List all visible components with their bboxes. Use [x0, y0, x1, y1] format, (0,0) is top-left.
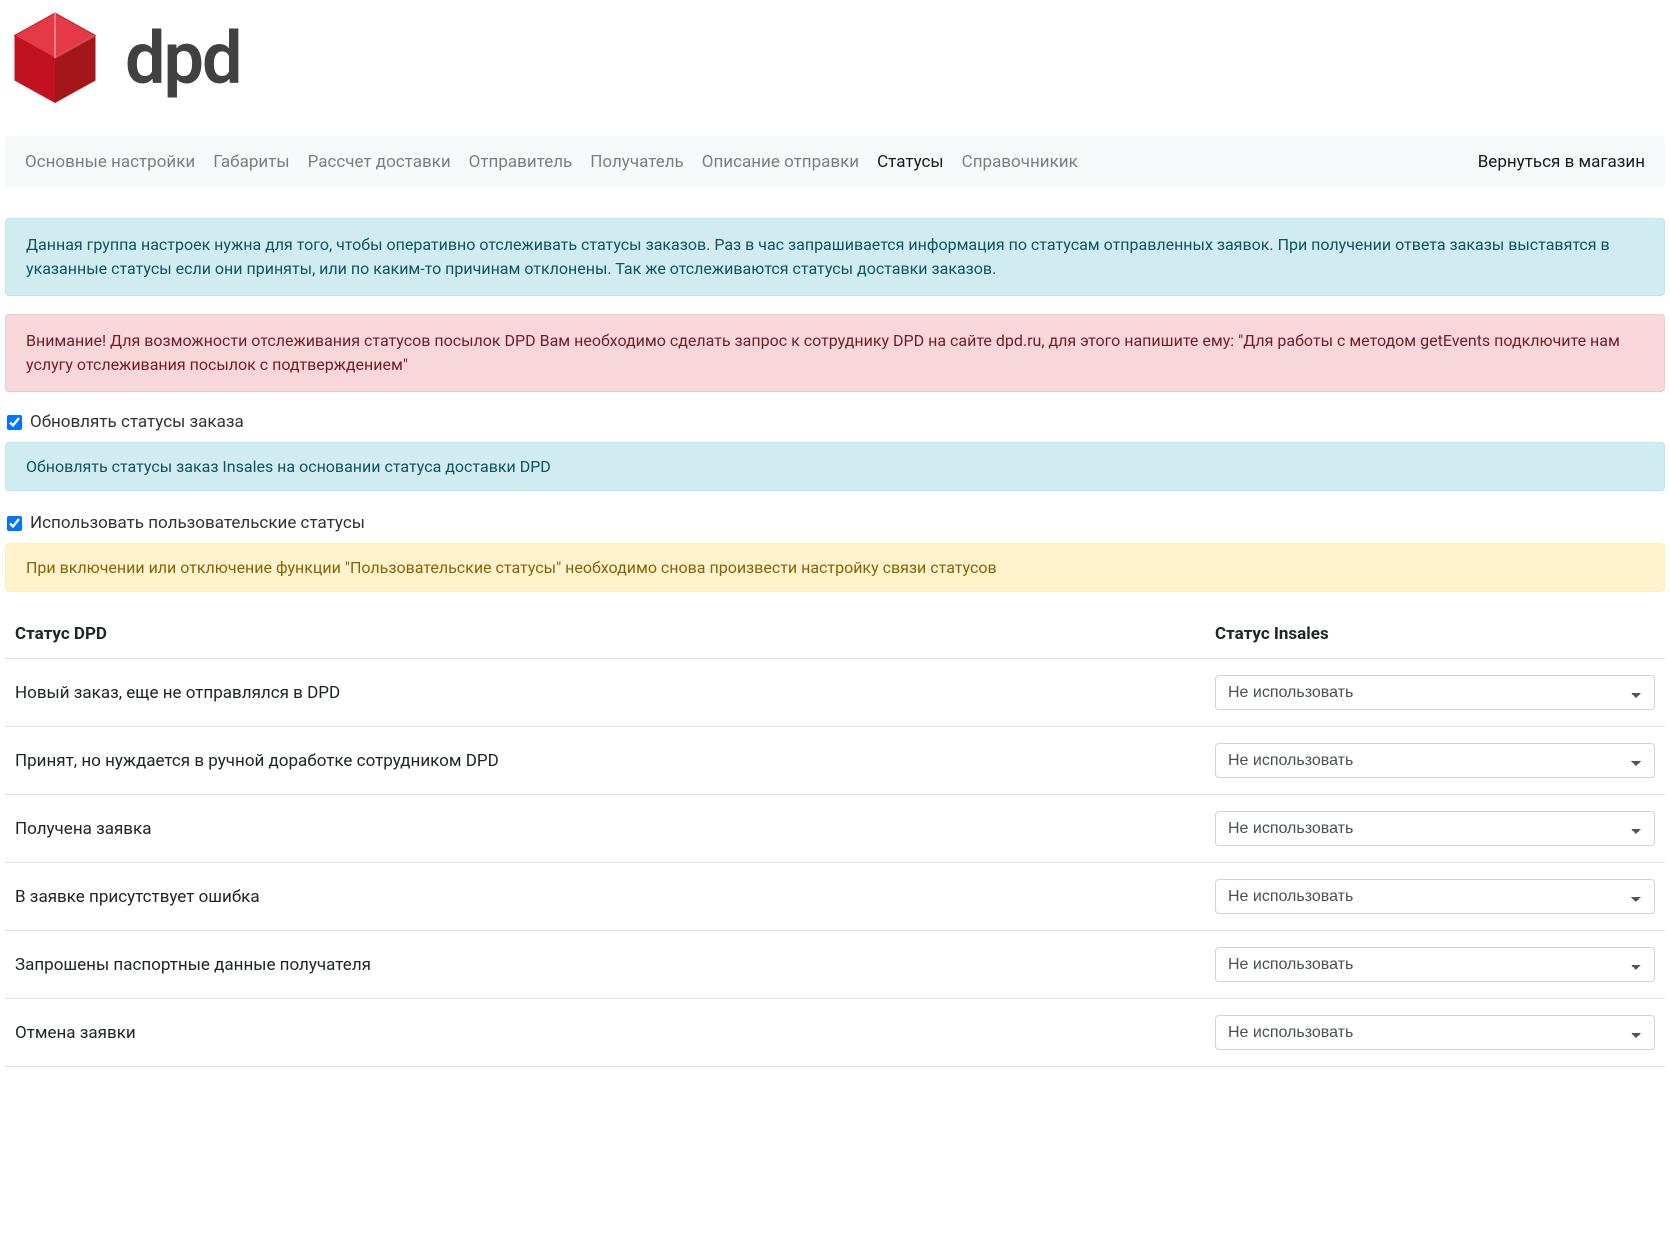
nav-item-shipment-desc[interactable]: Описание отправки [702, 152, 859, 172]
checkbox-use-custom-statuses[interactable] [7, 516, 22, 531]
nav-item-delivery-calc[interactable]: Рассчет доставки [308, 152, 451, 172]
table-row: Запрошены паспортные данные получателя Н… [5, 931, 1665, 999]
dpd-status-label: Новый заказ, еще не отправлялся в DPD [5, 659, 1205, 727]
nav-item-recipient[interactable]: Получатель [590, 152, 684, 172]
insales-status-select[interactable]: Не использовать [1215, 743, 1655, 778]
checkbox-use-custom-statuses-label[interactable]: Использовать пользовательские статусы [30, 513, 365, 533]
navbar: Основные настройки Габариты Рассчет дост… [5, 136, 1665, 188]
nav-item-reference[interactable]: Справочникик [962, 152, 1078, 172]
nav-back-to-store[interactable]: Вернуться в магазин [1478, 152, 1645, 172]
insales-status-select[interactable]: Не использовать [1215, 879, 1655, 914]
insales-status-select[interactable]: Не использовать [1215, 811, 1655, 846]
table-header-insales-status: Статус Insales [1205, 612, 1665, 659]
dpd-status-label: Принят, но нуждается в ручной доработке … [5, 727, 1205, 795]
dpd-cube-icon [10, 8, 100, 108]
nav-item-main-settings[interactable]: Основные настройки [25, 152, 195, 172]
dpd-status-label: В заявке присутствует ошибка [5, 863, 1205, 931]
status-mapping-table: Статус DPD Статус Insales Новый заказ, е… [5, 612, 1665, 1067]
table-row: В заявке присутствует ошибка Не использо… [5, 863, 1665, 931]
alert-update-insales-info: Обновлять статусы заказ Insales на основ… [5, 442, 1665, 491]
checkbox-update-order-statuses[interactable] [7, 415, 22, 430]
insales-status-select[interactable]: Не использовать [1215, 675, 1655, 710]
table-row: Получена заявка Не использовать [5, 795, 1665, 863]
checkbox-update-order-statuses-label[interactable]: Обновлять статусы заказа [30, 412, 244, 432]
checkbox-row-update-statuses: Обновлять статусы заказа [5, 410, 1665, 434]
dpd-status-label: Запрошены паспортные данные получателя [5, 931, 1205, 999]
checkbox-row-custom-statuses: Использовать пользовательские статусы [5, 511, 1665, 535]
table-row: Отмена заявки Не использовать [5, 999, 1665, 1067]
alert-custom-statuses-warning: При включении или отключение функции "По… [5, 543, 1665, 592]
alert-getevents-warning: Внимание! Для возможности отслеживания с… [5, 314, 1665, 392]
dpd-status-label: Получена заявка [5, 795, 1205, 863]
logo-area: dpd [0, 0, 1670, 128]
table-header-dpd-status: Статус DPD [5, 612, 1205, 659]
insales-status-select[interactable]: Не использовать [1215, 947, 1655, 982]
nav-item-statuses[interactable]: Статусы [877, 152, 944, 172]
table-row: Принят, но нуждается в ручной доработке … [5, 727, 1665, 795]
nav-item-sender[interactable]: Отправитель [469, 152, 573, 172]
alert-status-tracking-info: Данная группа настроек нужна для того, ч… [5, 218, 1665, 296]
logo-text: dpd [125, 16, 241, 101]
table-row: Новый заказ, еще не отправлялся в DPD Не… [5, 659, 1665, 727]
dpd-status-label: Отмена заявки [5, 999, 1205, 1067]
nav-item-dimensions[interactable]: Габариты [213, 152, 289, 172]
insales-status-select[interactable]: Не использовать [1215, 1015, 1655, 1050]
